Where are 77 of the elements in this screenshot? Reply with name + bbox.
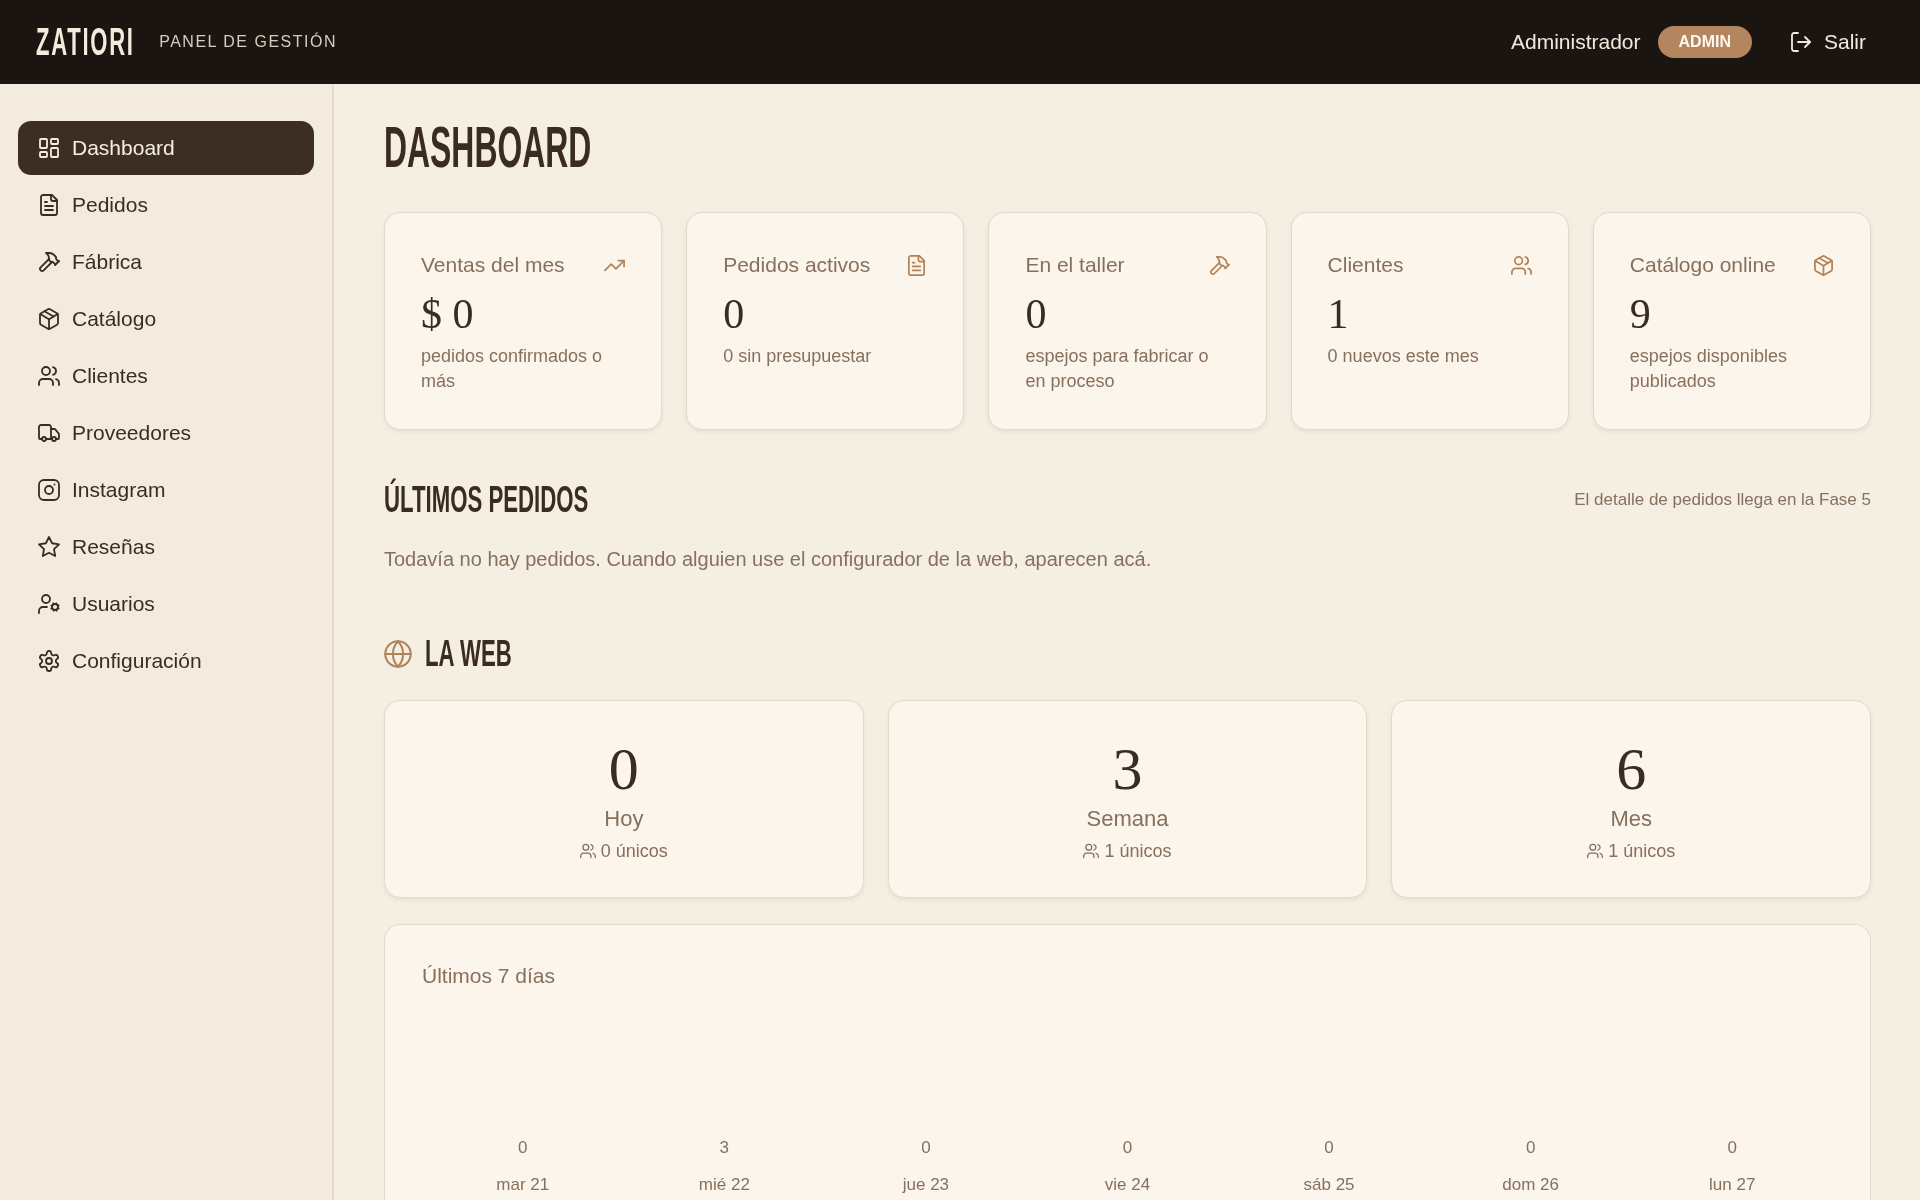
- user-name: Administrador: [1511, 30, 1641, 54]
- stat-note: espejos para fabricar o en proceso: [1025, 345, 1210, 393]
- document-icon: [906, 254, 928, 276]
- day-label: jue 23: [902, 1174, 950, 1196]
- box-icon: [38, 308, 60, 330]
- box-icon: [1813, 254, 1834, 276]
- panel-subtitle: PANEL DE GESTIÓN: [159, 33, 337, 51]
- nav-item[interactable]: Catálogo: [18, 292, 314, 346]
- settings-icon: [38, 650, 60, 672]
- stat-value: 9: [1629, 290, 1651, 338]
- nav-item[interactable]: Proveedores: [18, 406, 314, 460]
- day-label: sáb 25: [1303, 1174, 1355, 1196]
- logout-icon: [1790, 31, 1812, 53]
- users-icon: [1587, 843, 1604, 859]
- user-gear-icon: [38, 593, 60, 615]
- empty-message: Todavía no hay pedidos. Cuando alguien use el configurador de la web, aparecen acá.: [384, 547, 1152, 572]
- nav-item[interactable]: Dashboard: [18, 121, 314, 175]
- nav-item[interactable]: Pedidos: [18, 178, 314, 232]
- day-label: vie 24: [1104, 1174, 1151, 1196]
- logout-button[interactable]: Salir: [1790, 30, 1866, 54]
- stat-value: 0: [1025, 290, 1047, 338]
- globe-icon: [384, 639, 412, 668]
- nav-item[interactable]: Usuarios: [18, 577, 314, 631]
- period-label: Mes: [1610, 805, 1652, 833]
- unique-visitors: 1 únicos: [1608, 840, 1676, 863]
- day-count: 0: [1122, 1137, 1133, 1159]
- hammer-icon: [1208, 254, 1230, 276]
- nav-item[interactable]: Reseñas: [18, 520, 314, 574]
- dashboard-grid-icon: [38, 137, 60, 159]
- unique-visitors: 0 únicos: [600, 840, 668, 863]
- role-badge: ADMIN: [1657, 26, 1752, 58]
- nav-item[interactable]: Clientes: [18, 349, 314, 403]
- day-count: 0: [518, 1137, 528, 1159]
- day-label: mié 22: [698, 1174, 750, 1196]
- day-count: 0: [1525, 1137, 1536, 1159]
- visits-count: 0: [608, 739, 639, 799]
- camera-icon: [38, 479, 60, 501]
- day-label: lun 27: [1709, 1174, 1756, 1196]
- logo: ZATIORI: [36, 23, 135, 61]
- users-icon: [1510, 254, 1532, 276]
- hammer-icon: [38, 251, 60, 273]
- users-icon: [1083, 843, 1100, 859]
- visits-count: 6: [1616, 739, 1647, 799]
- section-note: El detalle de pedidos llega en la Fase 5: [1574, 489, 1871, 510]
- visits-count: 3: [1112, 739, 1143, 799]
- stat-title: Catálogo online: [1629, 253, 1776, 277]
- period-label: Semana: [1086, 805, 1169, 833]
- day-count: 3: [719, 1137, 730, 1159]
- card-title: Últimos 7 días: [422, 963, 556, 989]
- document-icon: [38, 194, 60, 216]
- stat-note: 0 nuevos este mes: [1327, 345, 1479, 368]
- stat-value: 0: [723, 290, 745, 338]
- day-count: 0: [1324, 1137, 1334, 1159]
- day-count: 0: [1727, 1137, 1737, 1159]
- users-icon: [38, 365, 60, 387]
- stat-title: Clientes: [1327, 253, 1404, 277]
- stat-value: 1: [1327, 290, 1349, 338]
- section-title: LA WEB: [425, 635, 512, 672]
- star-icon: [38, 536, 60, 558]
- unique-visitors: 1 únicos: [1104, 840, 1172, 863]
- truck-icon: [38, 422, 60, 444]
- period-label: Hoy: [604, 805, 644, 833]
- day-label: dom 26: [1502, 1174, 1559, 1196]
- stat-value: $ 0: [421, 290, 474, 338]
- day-count: 0: [921, 1137, 931, 1159]
- nav-item[interactable]: Instagram: [18, 463, 314, 517]
- stat-note: 0 sin presupuestar: [723, 345, 872, 368]
- nav-item[interactable]: Configuración: [18, 634, 314, 688]
- stat-note: pedidos confirmados o más: [421, 345, 604, 393]
- day-label: mar 21: [496, 1174, 550, 1196]
- stat-title: En el taller: [1025, 253, 1125, 277]
- users-icon: [579, 843, 596, 859]
- nav-item[interactable]: Fábrica: [18, 235, 314, 289]
- stat-title: Pedidos activos: [723, 253, 871, 277]
- stat-note: espejos disponibles publicados: [1629, 345, 1788, 393]
- stat-title: Ventas del mes: [421, 253, 565, 277]
- page-title: DASHBOARD: [384, 118, 592, 176]
